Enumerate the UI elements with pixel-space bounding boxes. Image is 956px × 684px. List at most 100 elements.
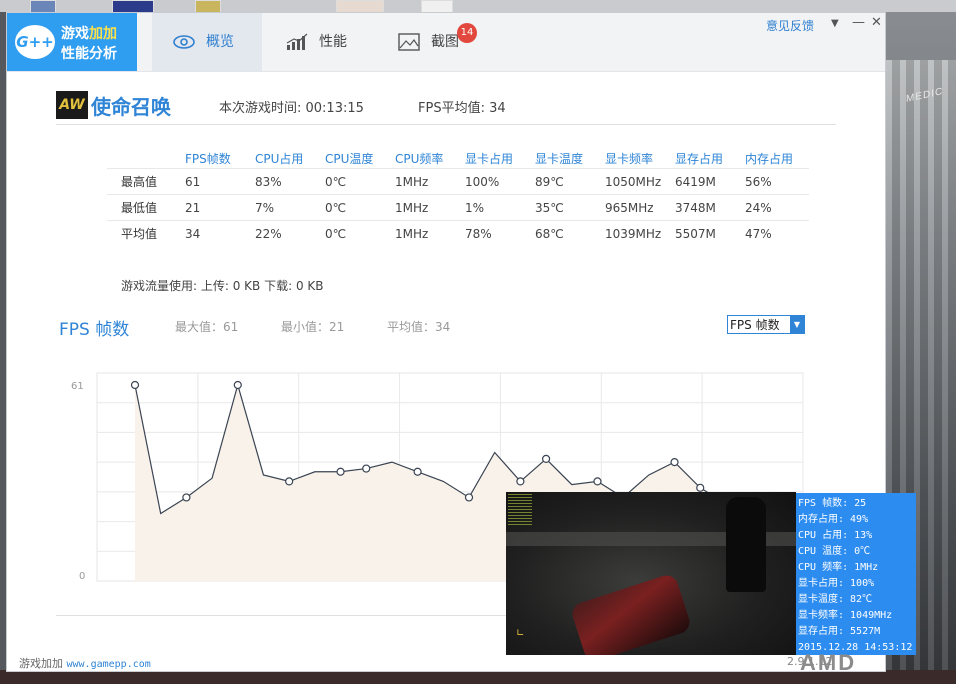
logo-title-a: 游戏: [61, 26, 89, 42]
stats-cell: 100%: [459, 168, 529, 195]
stats-cell: 1MHz: [389, 168, 459, 195]
fps-point: [464, 493, 474, 502]
stats-cell: 21: [179, 194, 249, 221]
game-screenshot-thumbnail[interactable]: ∟: [506, 492, 796, 655]
close-icon[interactable]: ✕: [871, 15, 882, 30]
footer-url[interactable]: www.gamepp.com: [67, 659, 151, 670]
fps-min: 最小值：21: [281, 320, 345, 334]
stats-cell: 5507M: [669, 220, 739, 246]
osd-line: 显卡频率: 1049MHz: [798, 610, 893, 621]
stats-cell: 56%: [739, 168, 809, 195]
stats-row: 平均值 34 22% 0℃ 1MHz 78% 68℃ 1039MHz 5507M 47%: [107, 220, 809, 246]
tab-performance[interactable]: 性能: [265, 13, 375, 71]
stats-col-header: FPS帧数: [185, 151, 231, 166]
stats-col-header: CPU温度: [325, 151, 374, 166]
osd-line: 显卡温度: 82℃: [798, 594, 873, 605]
stats-cell: 24%: [739, 194, 809, 221]
fps-point: [285, 477, 294, 486]
chevron-down-icon[interactable]: ▼: [790, 316, 804, 333]
eye-icon: [173, 35, 195, 49]
fps-max: 最大值：61: [175, 320, 239, 334]
traffic-usage: 游戏流量使用: 上传: 0 KB 下载: 0 KB: [121, 279, 324, 293]
footer: 游戏加加 www.gamepp.com: [19, 655, 151, 671]
logo-subtitle: 性能分析: [61, 46, 117, 62]
tab-overview[interactable]: 概览: [152, 13, 262, 71]
stats-cell: 1MHz: [389, 194, 459, 221]
fps-section-title: FPS 帧数: [59, 320, 130, 340]
stats-cell: 6419M: [669, 168, 739, 195]
stats-col-header: 显存占用: [675, 151, 724, 166]
stats-cell: 7%: [249, 194, 319, 221]
stats-row-label: 平均值: [107, 220, 179, 246]
stats-col-header: 显卡频率: [605, 151, 654, 166]
stats-cell: 1050MHz: [599, 168, 669, 195]
fps-point: [670, 458, 679, 467]
logo-title-b: 加加: [89, 26, 117, 42]
stats-cell: 1039MHz: [599, 220, 669, 246]
osd-line: CPU 频率: 1MHz: [798, 562, 879, 573]
logo-title: 游戏加加: [61, 23, 117, 43]
tab-performance-label: 性能: [319, 34, 347, 50]
menu-dropdown-icon[interactable]: ▼: [831, 18, 839, 29]
osd-line: 显存占用: 5527M: [798, 626, 881, 637]
footer-app-name: 游戏加加: [19, 657, 63, 670]
amd-watermark: AMD: [800, 650, 857, 675]
scene-weapon: [569, 572, 693, 655]
picture-icon: [398, 33, 420, 51]
osd-line: CPU 温度: 0℃: [798, 546, 871, 557]
stats-row-label: 最高值: [107, 168, 179, 195]
fps-average: FPS平均值: 34: [418, 101, 506, 116]
logo-mark-icon: G++: [15, 25, 55, 59]
fps-point: [516, 477, 525, 486]
stats-cell: 0℃: [319, 220, 389, 246]
fps-point: [541, 454, 551, 464]
stats-cell: 965MHz: [599, 194, 669, 221]
stats-row: 最高值 61 83% 0℃ 1MHz 100% 89℃ 1050MHz 6419M 56%: [107, 168, 809, 195]
performance-osd-overlay: FPS 帧数: 25 内存占用: 49% CPU 占用: 13% CPU 温度: 0℃…: [796, 493, 916, 655]
chart-icon: [286, 33, 308, 50]
tab-screenshots[interactable]: 截图 14: [377, 13, 487, 71]
stats-cell: 0℃: [319, 194, 389, 221]
fps-point: [362, 464, 371, 473]
desktop-top-strip: [0, 0, 956, 14]
tab-screenshots-label: 截图: [431, 34, 459, 50]
stats-row: 最低值 21 7% 0℃ 1MHz 1% 35℃ 965MHz 3748M 24%: [107, 194, 809, 221]
y-tick-label: 61: [71, 381, 84, 392]
osd-line: FPS 帧数: 25: [798, 498, 867, 509]
fps-point: [182, 493, 191, 502]
stats-col-header: 显卡温度: [535, 151, 584, 166]
stats-col-header: CPU频率: [395, 151, 444, 166]
stats-cell: 1MHz: [389, 220, 459, 246]
stats-cell: 22%: [249, 220, 319, 246]
metric-select[interactable]: FPS 帧数 ▼: [727, 315, 805, 334]
crosshair-icon: ∟: [516, 628, 525, 639]
metric-select-value: FPS 帧数: [730, 318, 780, 332]
app-logo: G++ 游戏加加 性能分析: [7, 13, 137, 71]
stats-cell: 35℃: [529, 194, 599, 221]
stats-cell: 0℃: [319, 168, 389, 195]
fps-point: [130, 380, 140, 390]
osd-line: CPU 占用: 13%: [798, 530, 873, 541]
fps-point: [336, 467, 345, 476]
stats-col-header: 显卡占用: [465, 151, 514, 166]
fps-point: [413, 467, 422, 476]
stats-header-row: FPS帧数 CPU占用 CPU温度 CPU频率 显卡占用 显卡温度 显卡频率 显…: [107, 148, 809, 169]
screenshot-count-badge: 14: [457, 23, 477, 43]
fps-point: [233, 380, 242, 390]
fps-point: [593, 477, 602, 486]
fps-avg: 平均值：34: [387, 320, 451, 334]
stats-cell: 1%: [459, 194, 529, 221]
stats-cell: 61: [179, 168, 249, 195]
feedback-link[interactable]: 意见反馈: [766, 17, 814, 34]
minimize-icon[interactable]: —: [852, 15, 865, 30]
stats-table: FPS帧数 CPU占用 CPU温度 CPU频率 显卡占用 显卡温度 显卡频率 显…: [107, 148, 809, 246]
stats-col-header: CPU占用: [255, 151, 304, 166]
play-time: 本次游戏时间: 00:13:15: [219, 101, 364, 116]
desktop-sign-text: MEDIC: [906, 86, 944, 105]
osd-line: 显卡占用: 100%: [798, 578, 875, 589]
stats-cell: 34: [179, 220, 249, 246]
osd-line: 内存占用: 49%: [798, 514, 869, 525]
game-icon: AW: [56, 91, 88, 119]
divider: [56, 124, 836, 125]
title-bar: G++ 游戏加加 性能分析 概览 性能 截图 14 意见反馈 ▼ — ✕: [7, 13, 885, 72]
